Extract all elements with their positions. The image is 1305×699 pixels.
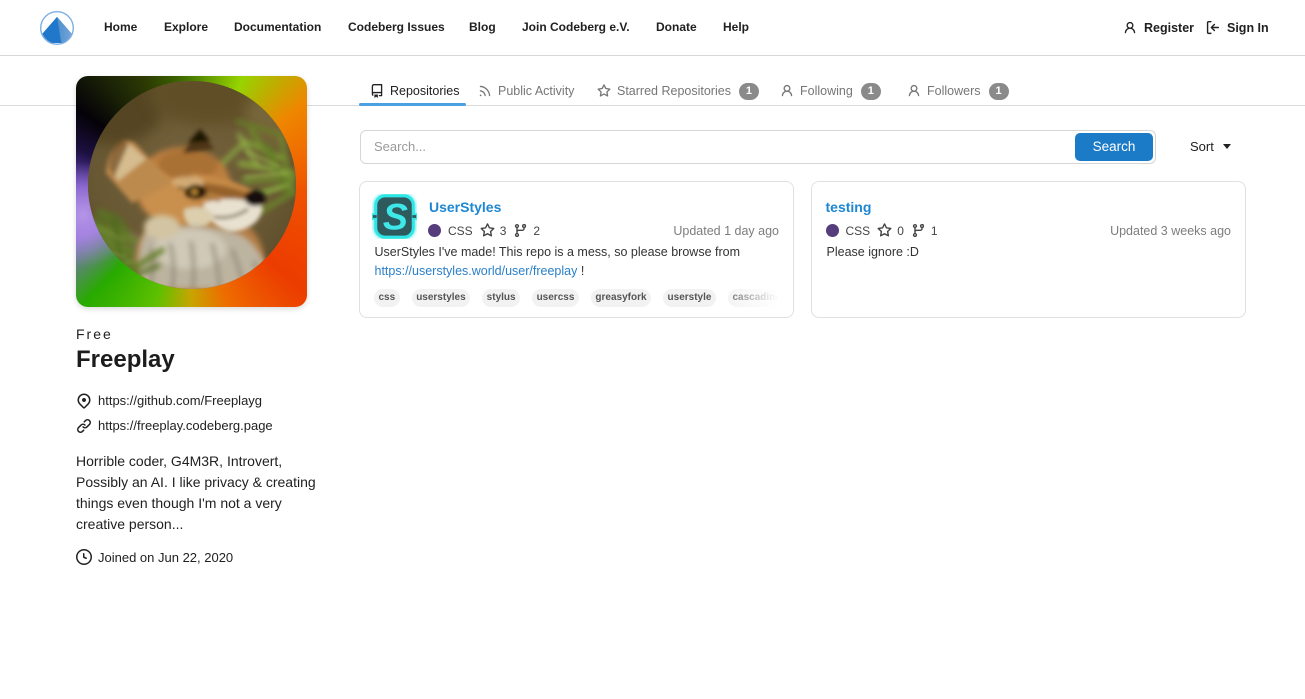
svg-text:S: S <box>383 196 408 238</box>
